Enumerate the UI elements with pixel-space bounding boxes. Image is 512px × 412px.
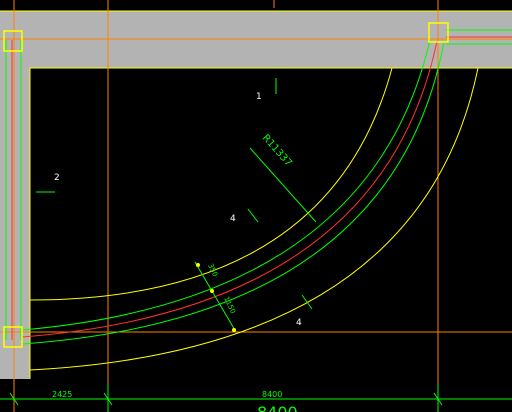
curve-beam-centerline	[21, 40, 438, 338]
region-label-4b: 4	[296, 318, 302, 328]
span-left-dimension: 2425	[52, 390, 72, 399]
beam-width-label: 350	[206, 262, 219, 278]
region-label-2: 2	[54, 173, 60, 183]
cad-canvas[interactable]: R11337 350 1150 1 2 4 4 2425 8400 8400	[0, 0, 512, 412]
region-label-4a: 4	[230, 214, 236, 224]
curve-beam-edge-a	[21, 39, 431, 331]
radius-label: R11337	[260, 133, 294, 169]
section-dim-dot-2	[210, 289, 214, 293]
cad-drawing-viewport[interactable]: R11337 350 1150 1 2 4 4 2425 8400 8400	[0, 0, 512, 412]
curve-boundary-inner	[29, 67, 479, 371]
left-slab	[0, 11, 30, 379]
region-label-1: 1	[256, 92, 262, 102]
region-4a-tick	[247, 208, 259, 223]
total-dimension: 8400	[257, 403, 298, 412]
section-dim-dot-1	[196, 263, 200, 267]
section-dim-dot-3	[232, 328, 236, 332]
curve-beam-edge-b	[21, 41, 445, 345]
region-4b-tick	[301, 294, 313, 310]
span-main-dimension: 8400	[262, 390, 282, 399]
